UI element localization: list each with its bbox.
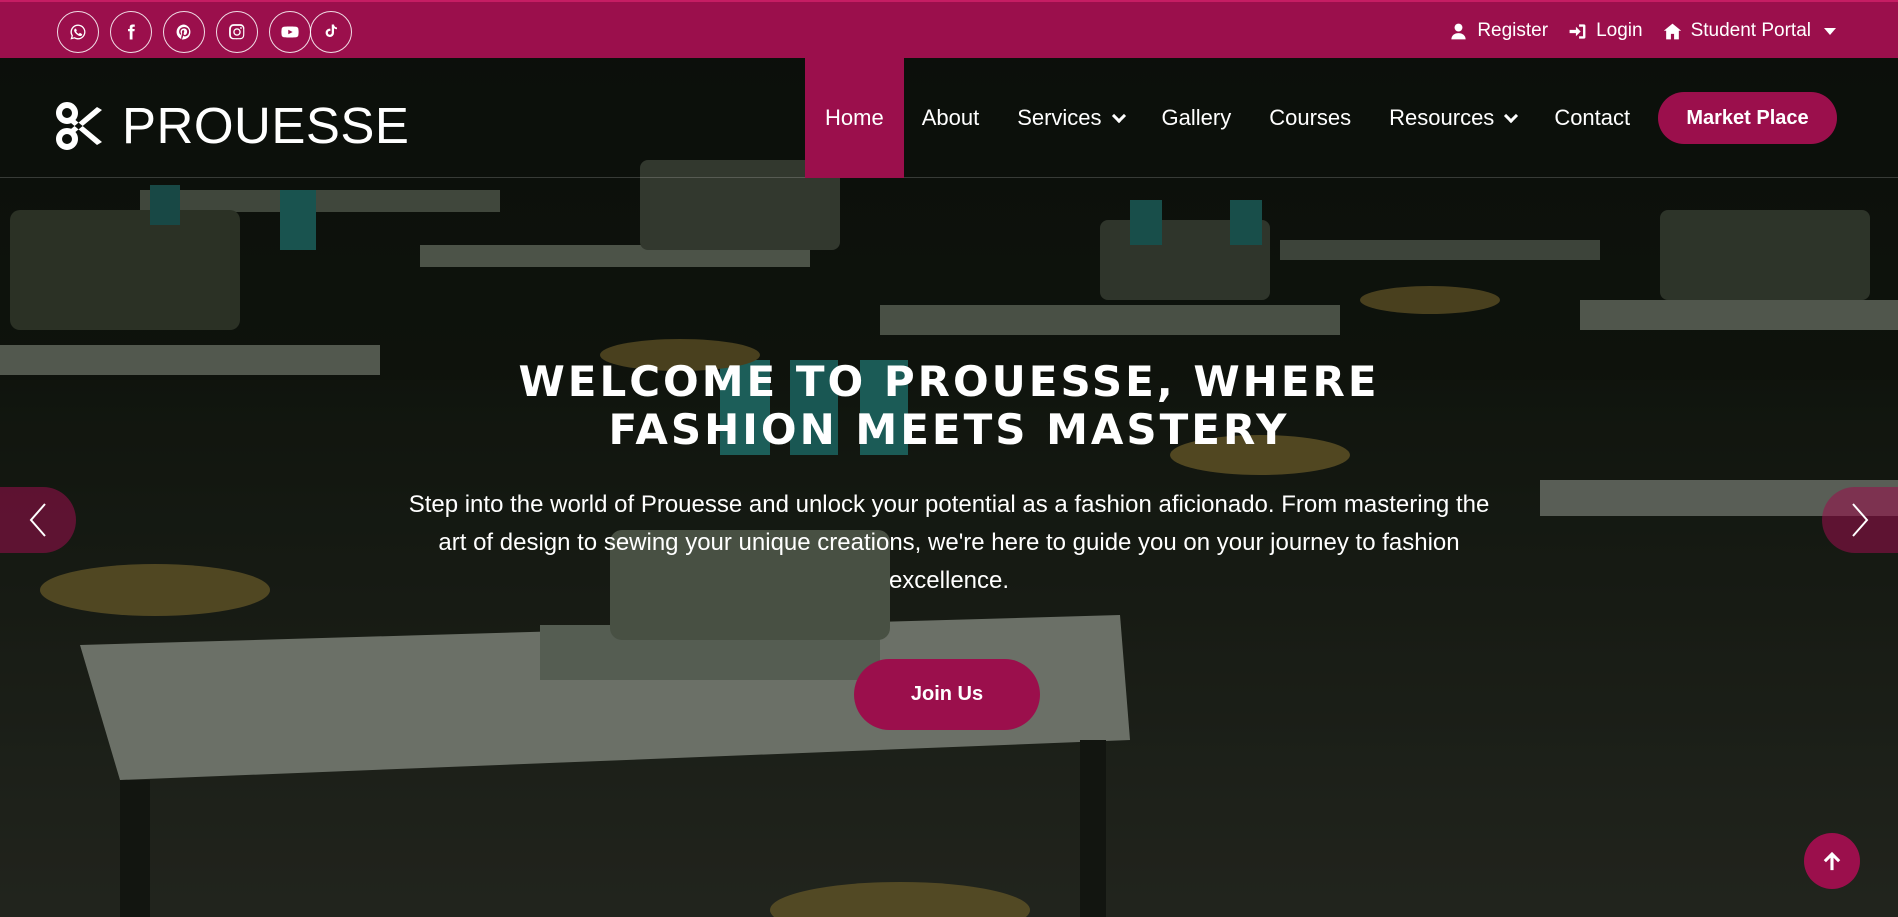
back-to-top-button[interactable] [1804, 833, 1860, 889]
top-bar: Register Login Student Portal [0, 0, 1898, 58]
nav-item-services[interactable]: Services [998, 58, 1142, 178]
nav-item-label: Contact [1554, 105, 1631, 130]
nav-item-label: Resources [1389, 105, 1495, 130]
social-links [57, 11, 352, 53]
chevron-left-icon [29, 503, 46, 537]
carousel-prev-button[interactable] [0, 487, 76, 553]
brand-logo[interactable]: PROUESSE [56, 96, 409, 155]
nav-menu: Home About Services Gallery Courses Reso… [805, 58, 1649, 178]
pinterest-link[interactable] [163, 11, 205, 53]
tiktok-link[interactable] [310, 11, 352, 53]
nav-item-label: About [921, 105, 980, 130]
nav-item-courses[interactable]: Courses [1250, 58, 1370, 178]
main-navbar: PROUESSE Home About Services Gallery Cou… [0, 58, 1898, 178]
scissors-icon [56, 101, 102, 150]
carousel-next-button[interactable] [1822, 487, 1898, 553]
arrow-up-icon [1823, 851, 1841, 871]
tiktok-icon [325, 24, 337, 38]
nav-item-home[interactable]: Home [805, 58, 904, 178]
chevron-down-icon [1111, 108, 1126, 123]
facebook-icon [128, 24, 135, 40]
account-links: Register Login Student Portal [1449, 2, 1836, 60]
nav-item-gallery[interactable]: Gallery [1143, 58, 1251, 178]
student-portal-label: Student Portal [1690, 20, 1811, 41]
pinterest-icon [176, 24, 191, 40]
chevron-right-icon [1852, 503, 1869, 537]
register-label: Register [1477, 20, 1549, 41]
whatsapp-icon [70, 24, 86, 40]
instagram-link[interactable] [216, 11, 258, 53]
youtube-link[interactable] [269, 11, 311, 53]
nav-item-contact[interactable]: Contact [1535, 58, 1649, 178]
facebook-link[interactable] [110, 11, 152, 53]
login-label: Login [1596, 20, 1643, 41]
nav-item-label: Home [825, 105, 884, 130]
caret-down-icon [1824, 27, 1836, 35]
chevron-down-icon [1504, 108, 1519, 123]
user-icon [1451, 23, 1466, 39]
nav-item-resources[interactable]: Resources [1370, 58, 1535, 178]
sign-in-icon [1569, 23, 1586, 39]
nav-item-label: Services [1017, 105, 1102, 130]
nav-item-about[interactable]: About [903, 58, 999, 178]
student-portal-dropdown[interactable]: Student Portal [1663, 20, 1836, 42]
hero-description: Step into the world of Prouesse and unlo… [408, 491, 1490, 594]
login-link[interactable]: Login [1568, 20, 1643, 42]
join-us-button[interactable]: Join Us [854, 659, 1040, 730]
instagram-icon [229, 24, 245, 40]
hero-title: WELCOME TO PROUESSE, WHERE FASHION MEETS… [518, 357, 1380, 454]
nav-item-label: Courses [1269, 105, 1352, 130]
register-link[interactable]: Register [1449, 20, 1548, 42]
youtube-icon [281, 26, 299, 38]
whatsapp-link[interactable] [57, 11, 99, 53]
brand-name: PROUESSE [122, 97, 410, 154]
market-place-button[interactable]: Market Place [1658, 92, 1837, 144]
page: Register Login Student Portal PROUESSE H… [0, 0, 1898, 917]
nav-item-label: Gallery [1161, 105, 1232, 130]
home-icon [1663, 23, 1681, 39]
